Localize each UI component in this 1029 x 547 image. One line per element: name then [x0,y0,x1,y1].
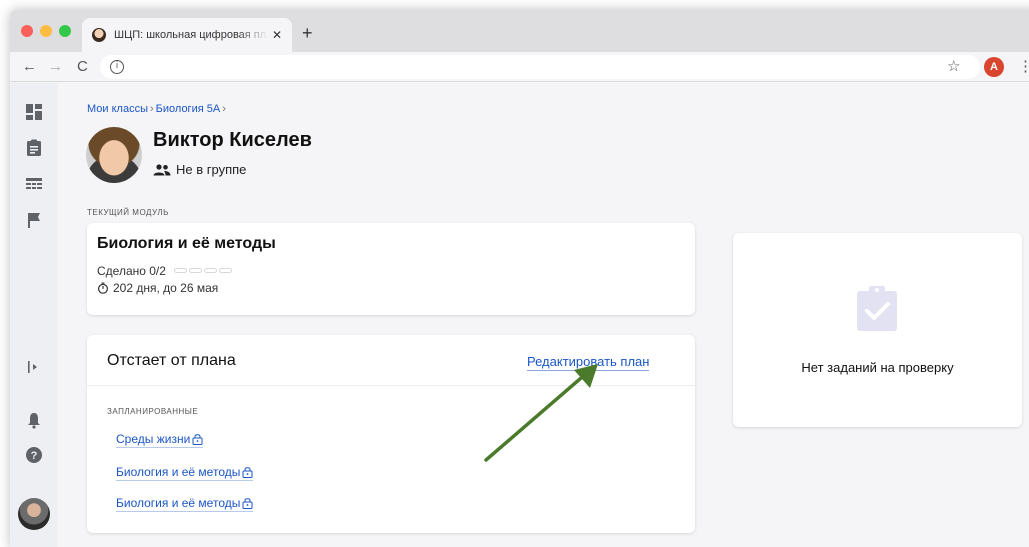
group-label: Не в группе [176,162,247,177]
breadcrumb: Мои классы › Биология 5А › [87,103,228,115]
minimize-window-button[interactable] [40,25,52,37]
dashboard-icon[interactable] [25,103,43,121]
module-done-text: Сделано 0/2 [97,264,166,278]
address-bar[interactable]: i [100,55,980,79]
planned-item[interactable]: Среды жизни [116,432,204,448]
planned-item[interactable]: Биология и её методы [116,465,254,481]
tab-close-icon[interactable]: ✕ [272,28,282,42]
module-deadline-text: 202 дня, до 26 мая [113,281,219,295]
favicon-icon [92,28,106,42]
notifications-icon[interactable] [25,411,43,429]
app-sidebar: ? [10,83,58,547]
student-avatar [86,127,142,183]
clipboard-check-icon [857,286,897,331]
breadcrumb-separator: › [149,103,154,115]
progress-bar [173,268,232,274]
no-review-tasks-text: Нет заданий на проверку [801,360,954,375]
breadcrumb-my-classes[interactable]: Мои классы [87,103,148,115]
table-icon[interactable] [25,175,43,193]
breadcrumb-class[interactable]: Биология 5А [156,103,221,115]
group-icon [153,163,171,175]
breadcrumb-separator: › [222,103,226,115]
module-deadline: 202 дня, до 26 мая [97,281,218,295]
progress-segment [188,268,202,273]
student-group: Не в группе [153,162,246,177]
planned-item[interactable]: Биология и её методы [116,496,254,512]
back-icon[interactable]: ← [22,58,37,75]
svg-text:?: ? [31,450,38,462]
lock-icon [192,434,203,445]
plan-status-title: Отстает от плана [107,352,236,369]
expand-sidebar-icon[interactable] [25,358,43,376]
lock-icon [242,498,253,509]
help-icon[interactable]: ? [25,446,43,464]
student-name: Виктор Киселев [153,129,312,151]
planned-label: запланированные [107,407,199,416]
annotation-arrow-icon [484,364,598,462]
browser-menu-icon[interactable]: ⋮ [1018,57,1029,75]
tab-bar: ШЦП: школьная цифровая платформа ✕ + [10,10,1029,52]
browser-window: ШЦП: школьная цифровая платформа ✕ + ← →… [10,10,1029,547]
planned-item-label: Биология и её методы [116,496,241,510]
tab-title: ШЦП: школьная цифровая платформа [114,29,268,41]
planned-item-label: Среды жизни [116,432,191,446]
current-module-card[interactable]: Биология и её методы Сделано 0/2 202 дня… [87,223,695,315]
timer-icon [97,282,109,294]
maximize-window-button[interactable] [59,25,71,37]
progress-segment [218,268,232,273]
browser-tab[interactable]: ШЦП: школьная цифровая платформа ✕ [82,18,292,52]
forward-icon[interactable]: → [48,58,63,75]
progress-segment [203,268,217,273]
lock-icon [242,467,253,478]
close-window-button[interactable] [21,25,33,37]
progress-segment [173,268,187,273]
module-progress: Сделано 0/2 [97,264,232,278]
flag-icon[interactable] [25,211,43,229]
assignment-icon[interactable] [25,139,43,157]
current-module-label: текущий модуль [87,208,169,217]
reload-icon[interactable]: C [77,58,88,75]
planned-item-label: Биология и её методы [116,465,241,479]
profile-avatar[interactable]: A [984,57,1004,77]
review-card: Нет заданий на проверку [733,233,1022,427]
new-tab-button[interactable]: + [302,23,313,44]
site-info-icon[interactable]: i [110,60,124,74]
user-avatar[interactable] [18,498,50,530]
module-title: Биология и её методы [97,235,276,252]
main-content: Мои классы › Биология 5А › Виктор Киселев Н… [58,83,1029,547]
browser-toolbar: ← → C i ☆ A ⋮ [10,52,1029,82]
bookmark-star-icon[interactable]: ☆ [947,57,960,75]
